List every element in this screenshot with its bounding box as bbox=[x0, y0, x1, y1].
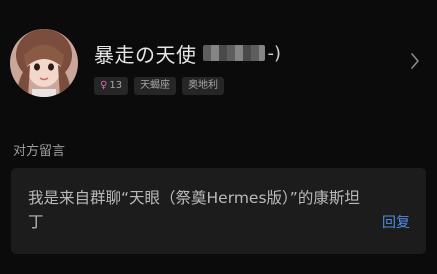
profile-row[interactable]: 暴走の天使 -) ♀ 13 天蝎座 奥地利 bbox=[0, 0, 437, 118]
female-icon: ♀ bbox=[100, 80, 108, 91]
message-card: 我是来自群聊“天眼（祭奠Hermes版）”的康斯坦丁 回复 bbox=[11, 168, 426, 254]
tag-age-label: 13 bbox=[109, 80, 123, 91]
profile-name-tail: -) bbox=[267, 42, 282, 64]
reply-button[interactable]: 回复 bbox=[382, 212, 410, 232]
section-title: 对方留言 bbox=[13, 144, 66, 159]
profile-name-line: 暴走の天使 -) bbox=[94, 40, 282, 67]
chevron-right-icon[interactable] bbox=[410, 52, 420, 70]
message-text: 我是来自群聊“天眼（祭奠Hermes版）”的康斯坦丁 bbox=[28, 189, 360, 231]
name-redaction bbox=[202, 45, 265, 61]
tag-gender-age: ♀ 13 bbox=[94, 77, 129, 95]
avatar-image bbox=[10, 29, 78, 97]
avatar[interactable] bbox=[10, 29, 78, 97]
profile-name: 暴走の天使 bbox=[94, 42, 197, 67]
profile-tags: ♀ 13 天蝎座 奥地利 bbox=[94, 77, 225, 95]
tag-zodiac: 天蝎座 bbox=[134, 77, 177, 95]
tag-region: 奥地利 bbox=[182, 77, 225, 95]
